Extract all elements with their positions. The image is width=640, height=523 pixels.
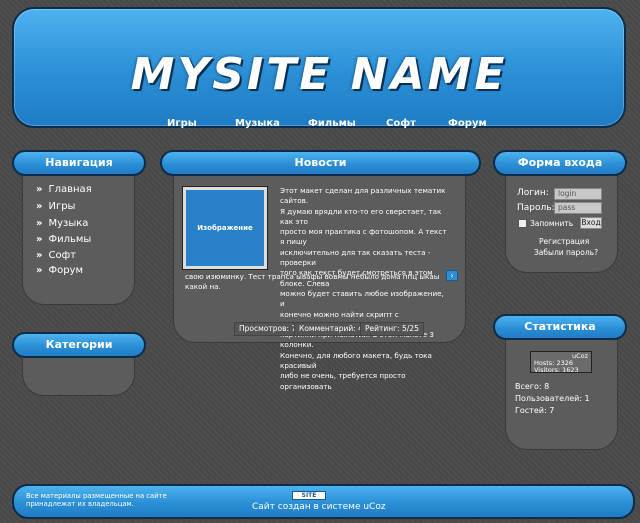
remember-checkbox[interactable]	[518, 219, 527, 228]
news-line: Конечно, для любого макета, будь тока кр…	[280, 350, 432, 371]
footer-credit[interactable]: Сайт создан в системе uCoz	[252, 502, 386, 512]
nav-item-films[interactable]: » Фильмы	[36, 234, 91, 245]
news-line: либо не очень, требуется просто организо…	[280, 371, 406, 391]
topnav-music[interactable]: Музыка	[235, 118, 280, 129]
nav-item-label: Софт	[48, 250, 76, 261]
nav-item-games[interactable]: » Игры	[36, 201, 75, 212]
read-more-button[interactable]: ›	[446, 270, 458, 281]
stats-users: Пользователей: 1	[515, 394, 590, 403]
topnav-games[interactable]: Игры	[167, 118, 197, 129]
news-comments[interactable]: Комментарий: 4	[294, 322, 368, 336]
nav-item-label: Форум	[48, 265, 84, 276]
password-input[interactable]: pass	[554, 202, 602, 214]
nav-item-forum[interactable]: » Форум	[36, 265, 83, 276]
nav-item-label: Музыка	[48, 218, 89, 229]
nav-item-label: Фильмы	[48, 234, 92, 245]
login-input[interactable]: login	[554, 188, 602, 200]
news-line: Этот макет сделан для различных тематик …	[280, 186, 446, 206]
topnav-films[interactable]: Фильмы	[308, 118, 356, 129]
site-badge[interactable]: SITE	[292, 491, 326, 500]
rights-line-2: принадлежат их владельцам.	[26, 500, 134, 508]
news-line: Я думаю врядли кто-то его сверстает, так…	[280, 206, 442, 226]
nav-item-home[interactable]: » Главная	[36, 184, 92, 195]
site-logo[interactable]: MYSITE NAME	[14, 49, 624, 100]
remember-label: Запомнить	[530, 219, 574, 228]
news-rating: Рейтинг: 5/25	[360, 322, 424, 336]
news-line: исключительно для так сказать теста - пр…	[280, 247, 431, 268]
top-navigation: Игры Музыка Фильмы Софт Форум	[14, 118, 624, 132]
news-image[interactable]: Изображение	[182, 186, 268, 270]
stats-total: Всего: 8	[515, 382, 550, 391]
site-footer: Все материалы размещенные на сайте прина…	[12, 484, 635, 519]
forgot-password-link[interactable]: Забыли пароль?	[534, 248, 598, 257]
nav-item-music[interactable]: » Музыка	[36, 218, 88, 229]
login-submit-button[interactable]: Вход	[580, 217, 602, 229]
password-label: Пароль:	[517, 203, 555, 213]
nav-item-label: Главная	[48, 184, 92, 195]
counter-visitors: Visitors: 1623	[534, 366, 579, 374]
news-title: Новости	[160, 150, 481, 176]
navigation-title: Навигация	[12, 150, 146, 176]
register-link[interactable]: Регистрация	[539, 237, 589, 246]
news-line: можно будет ставить любое изображение, и	[280, 288, 444, 309]
rights-line-1: Все материалы размещенные на сайте	[26, 492, 167, 500]
news-last-line: свою изюминку. Тест трапса ывафы вовмы н…	[185, 272, 440, 291]
topnav-soft[interactable]: Софт	[386, 118, 416, 129]
news-views: Просмотров: 7	[234, 322, 302, 336]
statistics-title: Статистика	[493, 314, 627, 340]
stats-guests: Гостей: 7	[515, 406, 555, 415]
news-line: просто моя практика с фотошопом. А текст…	[280, 227, 447, 247]
topnav-forum[interactable]: Форум	[448, 118, 487, 129]
login-title: Форма входа	[493, 150, 627, 176]
ucoz-counter[interactable]: uCoz Hosts: 2326 Visitors: 1623	[530, 351, 592, 374]
nav-item-soft[interactable]: » Софт	[36, 250, 76, 261]
categories-title: Категории	[12, 332, 146, 358]
login-label: Логин:	[517, 188, 549, 198]
nav-item-label: Игры	[48, 201, 76, 212]
site-header: MYSITE NAME Игры Музыка Фильмы Софт Фору…	[12, 7, 626, 129]
